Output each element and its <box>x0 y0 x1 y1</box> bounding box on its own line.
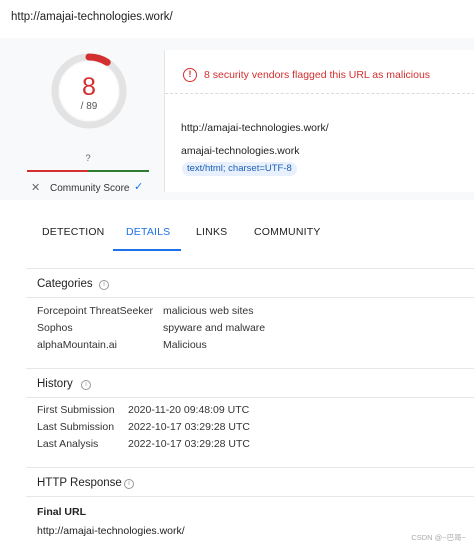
active-tab-indicator <box>113 249 181 251</box>
watermark: CSDN @~巴哥~ <box>411 533 466 542</box>
tab-details[interactable]: DETAILS <box>126 226 170 238</box>
final-url-value: http://amajai-technologies.work/ <box>37 525 185 537</box>
community-score-label: Community Score <box>50 183 130 194</box>
history-header: History i <box>26 368 474 398</box>
categories-header: Categories i <box>26 268 474 298</box>
community-score-bar <box>27 170 149 172</box>
tab-links[interactable]: LINKS <box>196 226 227 238</box>
top-url-text: http://amajai-technologies.work/ <box>11 11 173 23</box>
top-url-bar: http://amajai-technologies.work/ <box>0 0 474 38</box>
malicious-alert: ! 8 security vendors flagged this URL as… <box>165 50 474 94</box>
categories-title: Categories <box>37 278 93 290</box>
history-title: History <box>37 378 73 390</box>
close-icon[interactable]: ✕ <box>31 181 40 194</box>
http-response-section: HTTP Response i <box>26 467 474 499</box>
community-score-bar-harmless <box>88 170 149 172</box>
http-response-header: HTTP Response i <box>26 467 474 497</box>
community-score-bar-malicious <box>27 170 88 172</box>
history-value: 2020-11-20 09:48:09 UTC <box>128 404 250 416</box>
history-label: First Submission <box>37 404 115 416</box>
scanned-host[interactable]: amajai-technologies.work <box>181 145 299 157</box>
category-value: Malicious <box>163 339 207 351</box>
score-panel: 8 / 89 ? ✕ Community Score ✓ <box>0 46 160 196</box>
category-vendor: Sophos <box>37 322 73 334</box>
category-value: malicious web sites <box>163 305 254 317</box>
url-info-card: ! 8 security vendors flagged this URL as… <box>164 50 474 192</box>
category-vendor: Forcepoint ThreatSeeker <box>37 305 153 317</box>
tab-bar: DETECTION DETAILS LINKS COMMUNITY <box>0 214 474 252</box>
history-label: Last Analysis <box>37 438 99 450</box>
tab-detection[interactable]: DETECTION <box>42 226 104 238</box>
tab-community[interactable]: COMMUNITY <box>254 226 321 238</box>
history-value: 2022-10-17 03:29:28 UTC <box>128 438 250 450</box>
history-value: 2022-10-17 03:29:28 UTC <box>128 421 250 433</box>
scanned-url: http://amajai-technologies.work/ <box>181 122 329 134</box>
detection-count: 8 <box>82 73 96 101</box>
info-icon[interactable]: i <box>99 280 109 290</box>
alert-circle-icon: ! <box>183 68 197 82</box>
category-vendor: alphaMountain.ai <box>37 339 117 351</box>
community-score-value: ? <box>85 153 91 164</box>
detection-total: / 89 <box>80 101 98 112</box>
check-icon[interactable]: ✓ <box>134 180 143 193</box>
final-url-label: Final URL <box>37 506 86 518</box>
info-icon[interactable]: i <box>124 479 134 489</box>
content-type-tag: text/html; charset=UTF-8 <box>182 162 297 176</box>
alert-text: 8 security vendors flagged this URL as m… <box>204 69 431 81</box>
category-value: spyware and malware <box>163 322 266 334</box>
history-label: Last Submission <box>37 421 115 433</box>
info-icon[interactable]: i <box>81 380 91 390</box>
history-section: History i First Submission 2020-11-20 09… <box>26 368 474 458</box>
categories-section: Categories i Forcepoint ThreatSeeker mal… <box>26 268 474 358</box>
http-response-title: HTTP Response <box>37 477 122 489</box>
